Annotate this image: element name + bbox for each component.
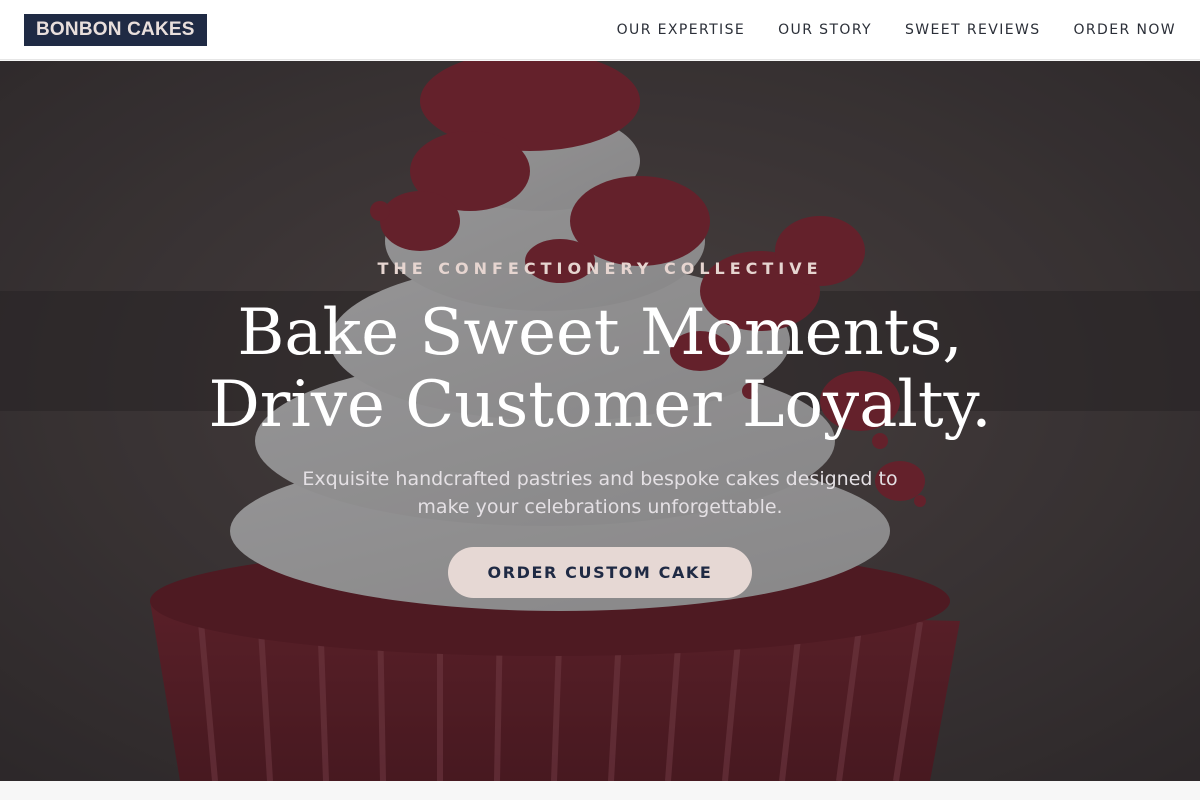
hero-subtitle: Exquisite handcrafted pastries and bespo… [302,468,898,518]
nav-link-our-expertise[interactable]: OUR EXPERTISE [617,22,746,38]
main-nav: OUR EXPERTISE OUR STORY SWEET REVIEWS OR… [584,0,1176,60]
nav-link-sweet-reviews[interactable]: SWEET REVIEWS [905,22,1040,38]
hero-title: Bake Sweet Moments, Drive Customer Loyal… [0,297,1200,441]
nav-link-order-now[interactable]: ORDER NOW [1074,22,1177,38]
order-custom-cake-button[interactable]: ORDER CUSTOM CAKE [448,547,752,598]
hero-section: THE CONFECTIONERY COLLECTIVE Bake Sweet … [0,61,1200,781]
hero-title-line-2: Drive Customer Loyalty. [208,368,992,442]
nav-link-our-story[interactable]: OUR STORY [778,22,872,38]
site-header: BONBON CAKES OUR EXPERTISE OUR STORY SWE… [0,0,1200,60]
brand-logo[interactable]: BONBON CAKES [24,14,207,46]
hero-eyebrow: THE CONFECTIONERY COLLECTIVE [377,259,823,278]
next-section-edge [0,781,1200,800]
hero-title-line-1: Bake Sweet Moments, [237,296,963,370]
